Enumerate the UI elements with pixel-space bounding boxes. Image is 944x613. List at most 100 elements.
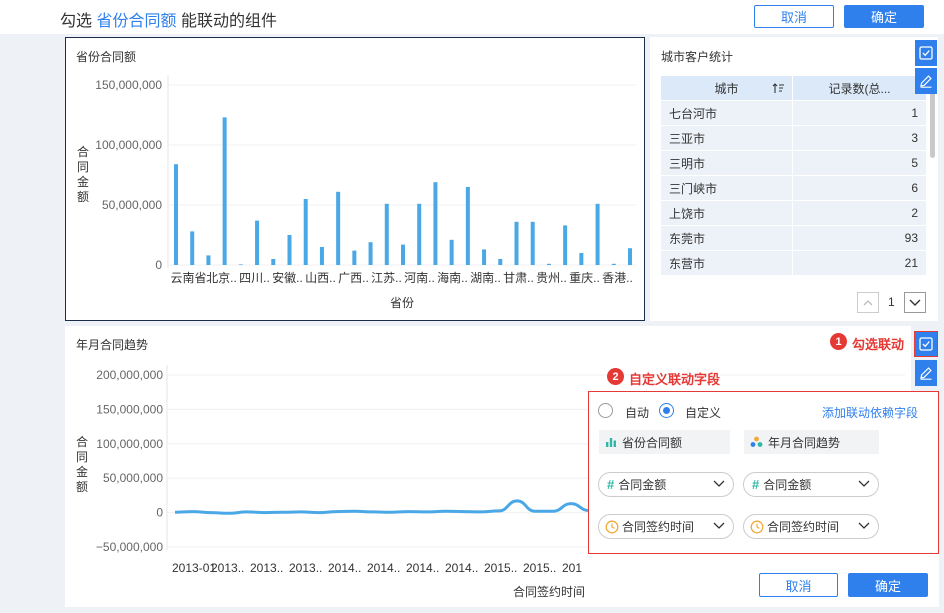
popup-confirm-button[interactable]: 确定 xyxy=(848,573,928,597)
y-tick-label: 50,000,000 xyxy=(103,471,163,485)
bar-chart: 150,000,000 100,000,000 50,000,000 0 云南省 北京..… xyxy=(77,75,636,310)
bar xyxy=(368,242,373,265)
bar xyxy=(287,235,292,265)
x-tick-label: 甘肃.. xyxy=(503,271,534,285)
x-tick-label: 2015.. xyxy=(523,561,556,575)
bar xyxy=(174,164,178,265)
chevron-down-icon xyxy=(909,299,921,306)
linkage-check-icon-top[interactable] xyxy=(915,40,937,66)
target-widget-label: 年月合同趋势 xyxy=(768,435,841,450)
x-tick-label: 云南省 xyxy=(170,270,206,285)
y-tick-label: 50,000,000 xyxy=(102,198,162,212)
bar xyxy=(222,117,227,266)
y-tick-label: 0 xyxy=(156,506,163,520)
page-down-button[interactable] xyxy=(904,292,926,313)
sort-icon[interactable] xyxy=(772,83,785,94)
table-row[interactable]: 七台河市 1 xyxy=(661,101,926,126)
bar xyxy=(352,250,357,265)
edit-icon[interactable] xyxy=(915,360,937,386)
col-header-city[interactable]: 城市 xyxy=(661,76,793,100)
header-confirm-button[interactable]: 确定 xyxy=(844,5,924,28)
x-tick-label: 2013-01 xyxy=(172,561,216,575)
bar xyxy=(319,247,324,265)
bar xyxy=(611,263,616,265)
field2-target-select[interactable]: 合同签约时间 xyxy=(743,514,879,539)
linkage-check-icon[interactable] xyxy=(914,331,938,357)
bar xyxy=(449,239,454,265)
linkage-config-popup: 自动 自定义 添加联动依赖字段 省份合同额 年月合同趋势 # 合同金额 # 合同… xyxy=(588,391,939,554)
city-cell: 上饶市 xyxy=(661,201,793,225)
x-tick-label: 2014.. xyxy=(406,561,439,575)
x-tick-label: 2013.. xyxy=(289,561,322,575)
bar xyxy=(384,203,389,265)
bar xyxy=(303,199,308,265)
bar xyxy=(514,221,519,265)
bar xyxy=(628,248,632,265)
add-dependency-link[interactable]: 添加联动依赖字段 xyxy=(822,404,918,421)
table-row[interactable]: 三亚市 3 xyxy=(661,126,926,151)
col-count-label: 记录数(总... xyxy=(828,81,891,96)
chevron-down-icon xyxy=(858,480,870,487)
city-cell: 三门峡市 xyxy=(661,176,793,200)
table-header: 城市 记录数(总... xyxy=(661,76,926,101)
x-tick-label: 2015.. xyxy=(484,561,517,575)
bar xyxy=(498,259,503,265)
bar xyxy=(238,264,243,265)
count-cell: 5 xyxy=(911,156,918,170)
clock-icon xyxy=(605,520,619,533)
table-row[interactable]: 上饶市 2 xyxy=(661,201,926,226)
count-cell: 21 xyxy=(904,256,918,270)
x-tick-label: 2014.. xyxy=(367,561,400,575)
field1-source-value: 合同金额 xyxy=(618,478,667,492)
city-cell: 三亚市 xyxy=(661,126,793,150)
y-tick-label: 100,000,000 xyxy=(95,138,162,152)
popup-cancel-button[interactable]: 取消 xyxy=(759,573,838,597)
count-cell: 93 xyxy=(904,231,918,245)
bar xyxy=(401,244,405,265)
field2-source-select[interactable]: 合同签约时间 xyxy=(598,514,734,539)
table-row[interactable]: 三门峡市 6 xyxy=(661,176,926,201)
bar xyxy=(206,255,211,265)
title-suffix: 能联动的组件 xyxy=(180,13,277,30)
bar xyxy=(530,221,535,265)
bar-chart-panel[interactable]: 省份合同额 150,000,000 100,000,000 50,000,000 0 云… xyxy=(65,37,645,321)
y-tick-label: 100,000,000 xyxy=(96,437,163,451)
y-tick-label: 150,000,000 xyxy=(96,402,163,416)
table-row[interactable]: 东莞市 93 xyxy=(661,226,926,251)
count-cell: 2 xyxy=(911,206,918,220)
bar xyxy=(255,220,260,265)
step2-label: 自定义联动字段 xyxy=(629,372,721,387)
x-tick-label: 安徽.. xyxy=(272,270,303,285)
x-tick-label: 2014.. xyxy=(328,561,361,575)
bar xyxy=(271,259,276,265)
x-tick-label: 江苏.. xyxy=(371,271,402,285)
page-up-button[interactable] xyxy=(857,292,879,313)
bar xyxy=(465,187,470,265)
bar-chart-icon xyxy=(606,438,616,447)
bar xyxy=(482,249,487,265)
radio-custom[interactable] xyxy=(659,403,674,418)
source-widget-chip: 省份合同额 xyxy=(599,430,730,454)
x-axis-title: 合同签约时间 xyxy=(513,584,585,599)
radio-auto[interactable] xyxy=(598,403,613,418)
city-cell: 七台河市 xyxy=(661,101,793,125)
radio-custom-label: 自定义 xyxy=(685,406,722,420)
field1-source-select[interactable]: # 合同金额 xyxy=(598,472,734,497)
x-tick-label: 河南.. xyxy=(404,270,435,285)
table-row[interactable]: 东营市 21 xyxy=(661,251,926,276)
table-scrollbar[interactable] xyxy=(930,92,935,158)
x-tick-label: 湖南.. xyxy=(470,270,501,285)
y-tick-label: 200,000,000 xyxy=(96,368,163,382)
count-cell: 1 xyxy=(911,106,918,120)
radio-auto-label: 自动 xyxy=(625,406,650,420)
col-header-count[interactable]: 记录数(总... xyxy=(793,76,926,100)
chevron-down-icon xyxy=(858,522,870,529)
x-tick-label: 重庆.. xyxy=(569,271,600,285)
header-cancel-button[interactable]: 取消 xyxy=(754,5,834,28)
y-axis-title: 合同金额 xyxy=(77,144,89,204)
table-row[interactable]: 三明市 5 xyxy=(661,151,926,176)
number-field-icon: # xyxy=(607,477,615,492)
y-axis-title: 合同金额 xyxy=(76,434,88,494)
edit-icon-top[interactable] xyxy=(915,68,937,94)
field1-target-select[interactable]: # 合同金额 xyxy=(743,472,879,497)
